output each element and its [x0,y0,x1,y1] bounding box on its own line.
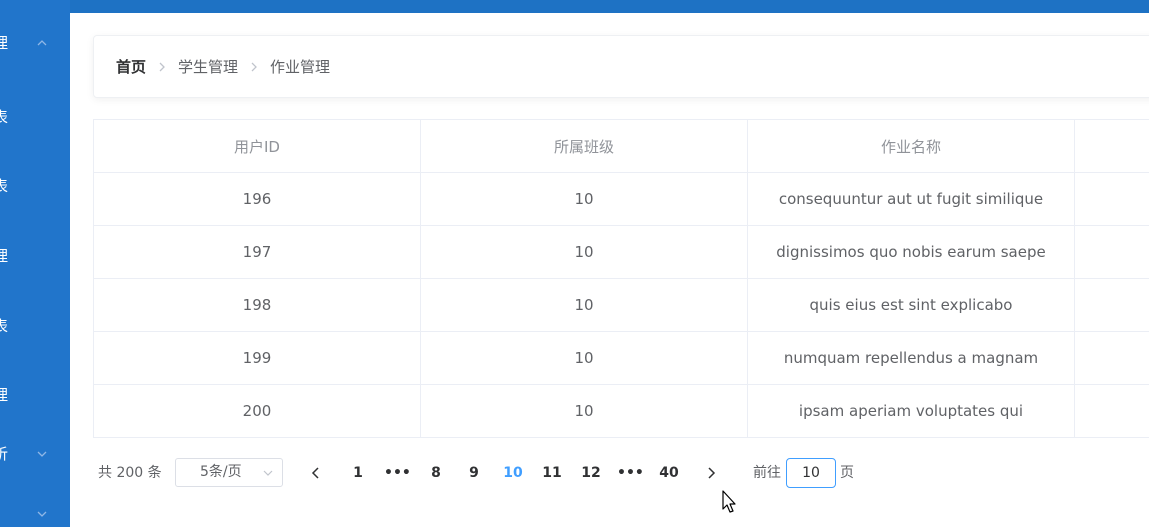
prev-page-button[interactable] [309,466,323,480]
sidebar-item-2[interactable]: 表 [0,105,70,129]
column-header-class[interactable]: 所属班级 [421,120,748,172]
cell-homework-name: quis eius est sint explicabo [748,279,1075,331]
cell-homework-name: dignissimos quo nobis earum saepe [748,226,1075,278]
sidebar-item-label: 表 [0,317,9,335]
column-header-more [1075,120,1149,172]
breadcrumb-home[interactable]: 首页 [116,56,146,77]
sidebar-item-8[interactable]: 么 [0,502,70,526]
cell-class: 10 [421,332,748,384]
breadcrumb-card: 首页 学生管理 作业管理 [93,35,1149,98]
table-row[interactable]: 198 10 quis eius est sint explicabo [94,279,1149,332]
chevron-down-icon [36,448,48,460]
chevron-up-icon [36,37,48,49]
chevron-right-icon [247,60,261,74]
next-page-button[interactable] [704,466,718,480]
page-number[interactable]: 9 [461,455,487,491]
cell-more [1075,279,1149,331]
chevron-right-icon [155,60,169,74]
pagination-total: 共 200 条 [98,465,162,481]
breadcrumb-homework-management: 作业管理 [270,58,331,76]
page-ellipsis-next[interactable]: ••• [617,455,644,491]
sidebar-item-label: 析 [0,445,9,463]
sidebar-item-label: 理 [0,386,9,404]
cell-homework-name: numquam repellendus a magnam [748,332,1075,384]
sidebar-item-label: 表 [0,108,9,126]
sidebar: 理 表 表 理 表 理 析 么 [0,0,70,527]
sidebar-item-5[interactable]: 表 [0,314,70,338]
goto-page-input[interactable] [786,458,836,488]
cell-more [1075,385,1149,437]
sidebar-item-7[interactable]: 析 [0,442,70,466]
table-row[interactable]: 199 10 numquam repellendus a magnam [94,332,1149,385]
chevron-down-icon [262,467,274,479]
page-size-value: 5条/页 [200,464,242,480]
cell-class: 10 [421,385,748,437]
column-header-homework-name[interactable]: 作业名称 [748,120,1075,172]
table-row[interactable]: 196 10 consequuntur aut ut fugit similiq… [94,173,1149,226]
page-number[interactable]: 1 [345,455,371,491]
goto-label: 前往 [753,465,781,481]
cell-user-id: 198 [94,279,421,331]
cell-more [1075,332,1149,384]
breadcrumb-student-management[interactable]: 学生管理 [178,56,238,77]
sidebar-item-label: 理 [0,34,9,52]
page-number[interactable]: 12 [578,455,604,491]
table-header-row: 用户ID 所属班级 作业名称 [94,120,1149,173]
cell-user-id: 196 [94,173,421,225]
mouse-cursor-icon [722,490,738,514]
sidebar-item-4[interactable]: 理 [0,244,70,268]
page-number[interactable]: 8 [423,455,449,491]
table-row[interactable]: 197 10 dignissimos quo nobis earum saepe [94,226,1149,279]
cell-user-id: 199 [94,332,421,384]
cell-class: 10 [421,173,748,225]
cell-homework-name: ipsam aperiam voluptates qui [748,385,1075,437]
column-header-user-id[interactable]: 用户ID [94,120,421,172]
top-header-bar [0,0,1149,13]
page-number-current[interactable]: 10 [500,455,526,491]
breadcrumb: 首页 学生管理 作业管理 [116,36,330,97]
sidebar-item-1[interactable]: 理 [0,31,70,55]
pagination: 共 200 条 5条/页 1 ••• 8 9 10 11 12 ••• 40 前… [93,455,993,491]
cell-user-id: 197 [94,226,421,278]
cell-more [1075,173,1149,225]
page-ellipsis-prev[interactable]: ••• [384,455,411,491]
sidebar-item-3[interactable]: 表 [0,174,70,198]
cell-user-id: 200 [94,385,421,437]
page-number[interactable]: 11 [539,455,565,491]
cell-class: 10 [421,226,748,278]
sidebar-item-label: 表 [0,177,9,195]
homework-table: 用户ID 所属班级 作业名称 196 10 consequuntur aut u… [93,119,1149,438]
sidebar-item-6[interactable]: 理 [0,383,70,407]
cell-class: 10 [421,279,748,331]
chevron-down-icon [36,508,48,520]
cell-more [1075,226,1149,278]
table-row[interactable]: 200 10 ipsam aperiam voluptates qui [94,385,1149,438]
page-number[interactable]: 40 [656,455,682,491]
sidebar-item-label: 理 [0,247,9,265]
page-suffix-label: 页 [840,465,854,481]
page-size-select[interactable]: 5条/页 [175,458,283,487]
cell-homework-name: consequuntur aut ut fugit similique [748,173,1075,225]
